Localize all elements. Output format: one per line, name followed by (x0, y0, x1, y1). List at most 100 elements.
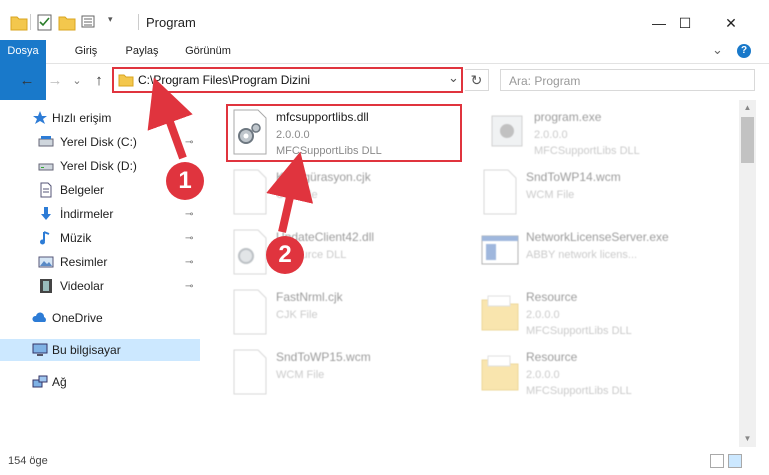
search-input[interactable]: Ara: Program (500, 69, 755, 91)
sidebar-item-label: Bu bilgisayar (52, 343, 121, 357)
file-type: WCM File (526, 189, 575, 201)
blank-file-icon (233, 289, 267, 335)
folder-version: 2.0.0.0 (526, 369, 560, 381)
file-type: ABBY network licens... (526, 249, 638, 261)
file-name: SndToWP14.wcm (526, 170, 621, 184)
expand-ribbon-icon[interactable]: ⌄ (712, 42, 723, 58)
help-icon[interactable]: ? (737, 44, 751, 58)
forward-icon[interactable]: → (46, 72, 64, 90)
sidebar-item-indirmeler[interactable]: İndirmeler ⊸ (0, 203, 200, 225)
divider (138, 14, 139, 30)
folder-icon (118, 74, 134, 87)
folder-version: 2.0.0.0 (526, 309, 560, 321)
pin-icon: ⊸ (185, 208, 194, 220)
folder-icon (481, 295, 519, 331)
file-type: CJK File (276, 309, 318, 321)
file-item[interactable]: SndToWP15.wcm WCM File (226, 344, 476, 404)
folder-name: Resource (526, 290, 578, 304)
back-icon[interactable]: ← (18, 72, 36, 90)
file-name: SndToWP15.wcm (276, 350, 371, 364)
folder-icon (481, 355, 519, 391)
network-icon (32, 375, 48, 388)
sidebar-item-muzik[interactable]: Müzik ⊸ (0, 227, 200, 249)
address-bar[interactable]: C:\Program Files\Program Dizini ⌄ (112, 67, 463, 93)
status-bar: 154 öge (0, 447, 769, 475)
sidebar-item-label: İndirmeler (60, 207, 114, 221)
drive-icon (38, 136, 54, 147)
sidebar-item-yerel-disk-c[interactable]: Yerel Disk (C:) ⊸ (0, 131, 200, 153)
divider (30, 14, 31, 30)
file-item[interactable]: Konfigürasyon.cjk CJK File (226, 164, 476, 224)
folder-name: Resource (526, 350, 578, 364)
maximize-icon: ☐ (678, 14, 692, 31)
pin-icon: ⊸ (185, 136, 194, 148)
recent-locations-icon[interactable]: ⌄ (68, 72, 86, 90)
maximize-button[interactable]: ☐ (662, 8, 708, 38)
customize-toolbar-icon[interactable] (80, 12, 100, 32)
file-item-program-exe[interactable]: program.exe 2.0.0.0 MFCSupportLibs DLL (484, 104, 734, 164)
file-item[interactable]: FastNrml.cjk CJK File (226, 284, 476, 344)
sidebar-item-ag[interactable]: Ağ (0, 371, 200, 393)
item-count: 154 öge (8, 455, 48, 467)
up-icon[interactable]: ↑ (90, 72, 108, 90)
pin-icon: ⊸ (185, 256, 194, 268)
search-placeholder: Ara: Program (509, 74, 581, 88)
refresh-icon: ↻ (470, 72, 483, 88)
file-version: 2.0.0.0 (534, 129, 568, 141)
folder-item-resource[interactable]: Resource 2.0.0.0 MFCSupportLibs DLL (476, 344, 726, 404)
download-icon (41, 207, 51, 220)
large-icons-view-icon[interactable] (728, 454, 742, 468)
file-name: program.exe (534, 110, 602, 124)
pin-icon: ⊸ (185, 280, 194, 292)
file-item[interactable]: NetworkLicenseServer.exe ABBY network li… (476, 224, 726, 284)
cloud-icon (32, 312, 46, 322)
close-button[interactable]: ✕ (708, 8, 754, 38)
sidebar-item-label: Ağ (52, 375, 67, 389)
star-icon (33, 111, 47, 124)
scroll-up-icon[interactable]: ▲ (739, 100, 756, 116)
folder-icon[interactable] (10, 12, 28, 32)
refresh-button[interactable]: ↻ (465, 69, 489, 91)
properties-icon[interactable] (36, 12, 54, 32)
file-name: NetworkLicenseServer.exe (526, 230, 669, 244)
sidebar-item-hizli-erisim[interactable]: Hızlı erişim (0, 107, 200, 129)
tab-paylas[interactable]: Paylaş (120, 40, 164, 63)
sidebar-item-label: Müzik (60, 231, 92, 245)
details-view-icon[interactable] (710, 454, 724, 468)
highlight-box (226, 104, 462, 162)
title-bar: ▾ Program — ☐ ✕ (0, 0, 769, 40)
tab-giris[interactable]: Giriş (66, 40, 106, 63)
document-icon (40, 182, 52, 198)
video-icon (40, 279, 52, 293)
vertical-scrollbar[interactable]: ▲ ▼ (739, 100, 756, 447)
folder-description: MFCSupportLibs DLL (526, 325, 632, 337)
scroll-down-icon[interactable]: ▼ (739, 431, 756, 447)
step-badge-2: 2 (266, 236, 304, 274)
file-item[interactable]: SndToWP14.wcm WCM File (476, 164, 726, 224)
blank-file-icon (483, 169, 517, 215)
close-icon: ✕ (725, 14, 737, 31)
ribbon: Dosya Giriş Paylaş Görünüm ⌄ ? (0, 40, 769, 100)
sidebar-item-label: Resimler (60, 255, 108, 269)
sidebar-item-bu-bilgisayar[interactable]: Bu bilgisayar (0, 339, 200, 361)
sidebar-item-videolar[interactable]: Videolar ⊸ (0, 275, 200, 297)
new-folder-icon[interactable] (58, 12, 76, 32)
sidebar-item-label: Yerel Disk (C:) (60, 135, 137, 149)
folder-item-resource[interactable]: Resource 2.0.0.0 MFCSupportLibs DLL (476, 284, 726, 344)
blank-file-icon (233, 169, 267, 215)
exe-icon (491, 115, 523, 147)
file-type: CJK File (276, 189, 318, 201)
scroll-thumb[interactable] (741, 117, 754, 163)
file-item[interactable]: UpdateClient42.dll Resource DLL (226, 224, 476, 284)
step-badge-1: 1 (166, 162, 204, 200)
folder-description: MFCSupportLibs DLL (526, 385, 632, 397)
toolbar-dropdown-icon[interactable]: ▾ (108, 14, 113, 25)
file-type: WCM File (276, 369, 325, 381)
sidebar-item-resimler[interactable]: Resimler ⊸ (0, 251, 200, 273)
music-icon (40, 231, 50, 245)
tab-gorunum[interactable]: Görünüm (180, 40, 236, 63)
sidebar-item-label: Yerel Disk (D:) (60, 159, 137, 173)
address-dropdown-icon[interactable]: ⌄ (448, 70, 459, 86)
sidebar-item-onedrive[interactable]: OneDrive (0, 307, 200, 329)
pictures-icon (38, 256, 54, 268)
